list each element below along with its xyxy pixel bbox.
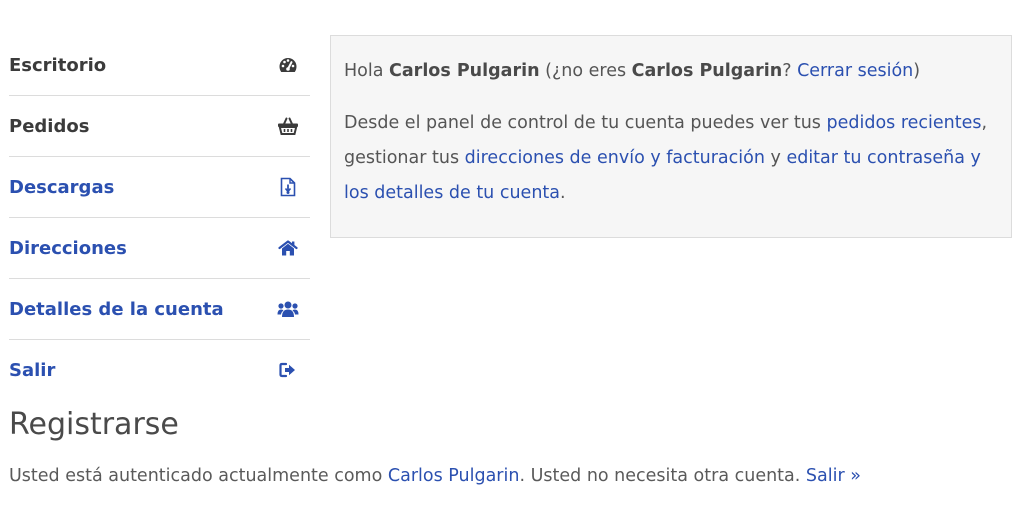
sign-out-icon bbox=[277, 359, 299, 381]
account-dashboard-panel: Hola Carlos Pulgarin (¿no eres Carlos Pu… bbox=[330, 35, 1012, 238]
nav-item-label: Escritorio bbox=[9, 54, 107, 76]
account-navigation: Escritorio Pedidos Descargas Direcciones… bbox=[9, 35, 310, 400]
users-icon bbox=[277, 298, 299, 320]
nav-item-direcciones[interactable]: Direcciones bbox=[9, 218, 310, 279]
dashboard-text-1: Desde el panel de control de tu cuenta p… bbox=[344, 113, 821, 133]
dashboard-text-4: . bbox=[560, 183, 566, 203]
nav-item-escritorio[interactable]: Escritorio bbox=[9, 35, 310, 96]
register-message: Usted está autenticado actualmente como … bbox=[9, 466, 861, 486]
file-download-icon bbox=[277, 176, 299, 198]
nav-item-salir[interactable]: Salir bbox=[9, 340, 310, 400]
dashboard-gauge-icon bbox=[277, 54, 299, 76]
question-mark: ? bbox=[782, 61, 792, 81]
close-paren: ) bbox=[913, 61, 921, 81]
register-user-link[interactable]: Carlos Pulgarin bbox=[388, 466, 520, 486]
register-text-1: Usted está autenticado actualmente como bbox=[9, 466, 383, 486]
nav-item-label: Detalles de la cuenta bbox=[9, 298, 224, 320]
dashboard-text-3: y bbox=[770, 148, 781, 168]
nav-item-label: Pedidos bbox=[9, 115, 90, 137]
dashboard-description: Desde el panel de control de tu cuenta p… bbox=[344, 106, 998, 211]
nav-item-label: Direcciones bbox=[9, 237, 127, 259]
recent-orders-link[interactable]: pedidos recientes bbox=[827, 113, 982, 133]
username: Carlos Pulgarin bbox=[389, 61, 540, 81]
register-logout-link[interactable]: Salir » bbox=[806, 466, 861, 486]
nav-item-detalles-cuenta[interactable]: Detalles de la cuenta bbox=[9, 279, 310, 340]
register-title: Registrarse bbox=[9, 407, 179, 442]
home-icon bbox=[277, 237, 299, 259]
register-text-2: . Usted no necesita otra cuenta. bbox=[519, 466, 801, 486]
shopping-basket-icon bbox=[277, 115, 299, 137]
nav-item-label: Salir bbox=[9, 359, 56, 381]
welcome-message: Hola Carlos Pulgarin (¿no eres Carlos Pu… bbox=[344, 54, 998, 89]
not-you-text: (¿no eres bbox=[545, 61, 627, 81]
username-repeat: Carlos Pulgarin bbox=[631, 61, 783, 81]
logout-link[interactable]: Cerrar sesión bbox=[797, 61, 913, 81]
nav-item-pedidos[interactable]: Pedidos bbox=[9, 96, 310, 157]
nav-item-descargas[interactable]: Descargas bbox=[9, 157, 310, 218]
hello-text: Hola bbox=[344, 61, 384, 81]
nav-item-label: Descargas bbox=[9, 176, 115, 198]
addresses-link[interactable]: direcciones de envío y facturación bbox=[465, 148, 765, 168]
